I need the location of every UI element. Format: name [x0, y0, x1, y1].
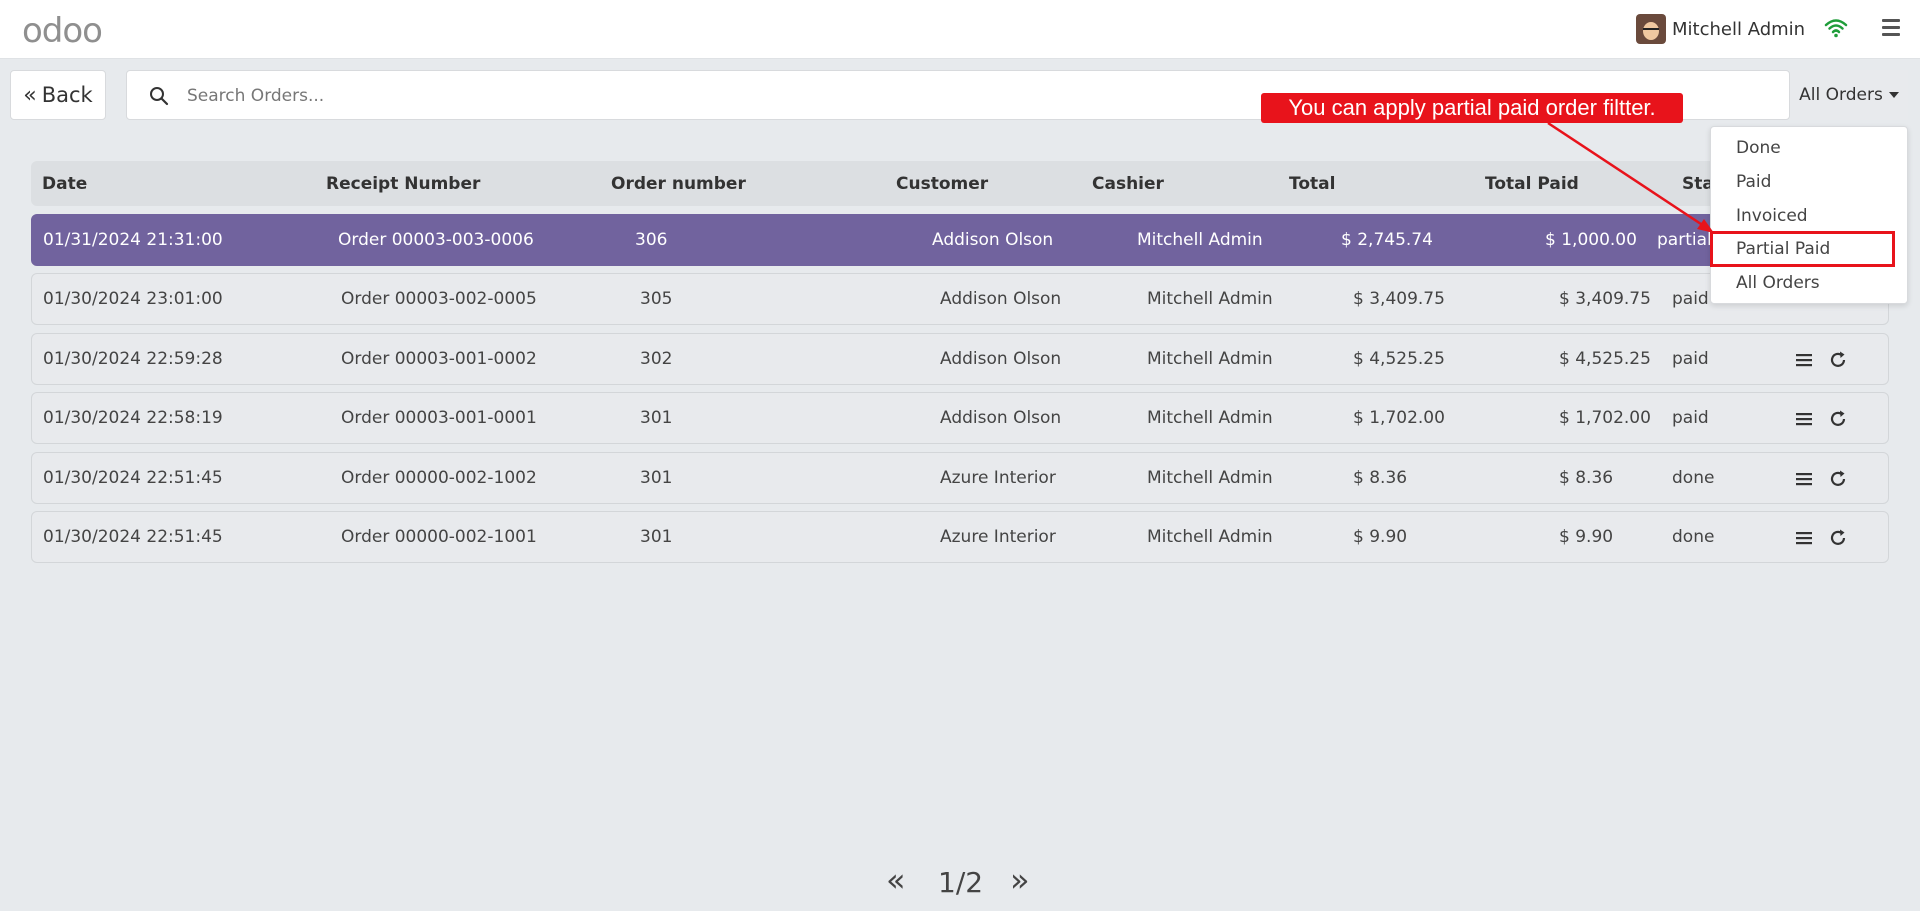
cell-cashier: Mitchell Admin [1147, 408, 1273, 428]
refresh-icon[interactable] [1828, 350, 1848, 370]
cell-status: done [1672, 527, 1715, 547]
table-row[interactable]: 01/30/2024 22:51:45 Order 00000-002-1002… [31, 452, 1889, 504]
filter-option-paid[interactable]: Paid [1736, 172, 1771, 192]
cell-status: paid [1672, 349, 1709, 369]
cell-cashier: Mitchell Admin [1147, 349, 1273, 369]
filter-option-done[interactable]: Done [1736, 138, 1781, 158]
hamburger-icon[interactable] [1882, 19, 1900, 37]
cell-customer: Addison Olson [940, 289, 1062, 309]
header-total-paid: Total Paid [1485, 174, 1579, 194]
cell-order: 305 [640, 289, 673, 309]
cell-customer: Addison Olson [940, 408, 1062, 428]
cell-order: 306 [635, 230, 668, 250]
cell-total: $ 1,702.00 [1353, 408, 1445, 428]
table-row[interactable]: 01/31/2024 21:31:00 Order 00003-003-0006… [31, 214, 1889, 266]
cell-total-paid: $ 1,702.00 [1559, 408, 1651, 428]
pager-text: 1/2 [938, 866, 984, 899]
cell-date: 01/30/2024 22:51:45 [43, 468, 223, 488]
cell-receipt: Order 00000-002-1002 [341, 468, 537, 488]
odoo-logo[interactable]: odoo [22, 11, 103, 51]
list-icon[interactable] [1794, 350, 1814, 370]
cell-total-paid: $ 3,409.75 [1559, 289, 1651, 309]
cell-cashier: Mitchell Admin [1147, 468, 1273, 488]
header-total: Total [1289, 174, 1336, 194]
back-button[interactable]: « Back [10, 70, 106, 120]
pager-next-button[interactable]: » [1010, 864, 1030, 896]
table-row[interactable]: 01/30/2024 22:58:19 Order 00003-001-0001… [31, 392, 1889, 444]
refresh-icon[interactable] [1828, 469, 1848, 489]
header-date: Date [42, 174, 88, 194]
table-row[interactable]: 01/30/2024 23:01:00 Order 00003-002-0005… [31, 273, 1889, 325]
cell-total-paid: $ 9.90 [1559, 527, 1614, 547]
double-chevron-left-icon: « [23, 82, 37, 108]
cell-cashier: Mitchell Admin [1137, 230, 1263, 250]
cell-order: 302 [640, 349, 673, 369]
wifi-icon[interactable] [1824, 17, 1848, 39]
cell-order: 301 [640, 468, 673, 488]
header-customer: Customer [896, 174, 989, 194]
cell-receipt: Order 00003-001-0002 [341, 349, 537, 369]
refresh-icon[interactable] [1828, 409, 1848, 429]
cell-receipt: Order 00000-002-1001 [341, 527, 537, 547]
filter-dropdown-button[interactable]: All Orders [1790, 70, 1908, 120]
cell-status: paid [1672, 408, 1709, 428]
cell-order: 301 [640, 527, 673, 547]
cell-receipt: Order 00003-001-0001 [341, 408, 537, 428]
cell-customer: Addison Olson [940, 349, 1062, 369]
user-menu[interactable]: Mitchell Admin [1636, 14, 1805, 44]
list-icon[interactable] [1794, 469, 1814, 489]
filter-label: All Orders [1799, 85, 1883, 105]
user-name: Mitchell Admin [1672, 18, 1806, 40]
cell-customer: Addison Olson [932, 230, 1054, 250]
cell-total-paid: $ 1,000.00 [1545, 230, 1637, 250]
cell-date: 01/30/2024 22:51:45 [43, 527, 223, 547]
search-input[interactable] [187, 83, 1187, 109]
table-row[interactable]: 01/30/2024 22:59:28 Order 00003-001-0002… [31, 333, 1889, 385]
table-row[interactable]: 01/30/2024 22:51:45 Order 00000-002-1001… [31, 511, 1889, 563]
table-header: Date Receipt Number Order number Custome… [31, 161, 1889, 206]
cell-date: 01/30/2024 22:59:28 [43, 349, 223, 369]
back-label: Back [41, 83, 93, 107]
cell-total-paid: $ 4,525.25 [1559, 349, 1651, 369]
cell-total-paid: $ 8.36 [1559, 468, 1614, 488]
cell-total: $ 2,745.74 [1341, 230, 1433, 250]
cell-total: $ 9.90 [1353, 527, 1408, 547]
pager-prev-button[interactable]: « [886, 864, 906, 896]
avatar [1636, 14, 1666, 44]
top-bar: odoo Mitchell Admin [0, 0, 1920, 59]
cell-customer: Azure Interior [940, 527, 1056, 547]
cell-total: $ 4,525.25 [1353, 349, 1445, 369]
cell-receipt: Order 00003-002-0005 [341, 289, 537, 309]
cell-customer: Azure Interior [940, 468, 1056, 488]
cell-total: $ 8.36 [1353, 468, 1408, 488]
filter-option-all-orders[interactable]: All Orders [1736, 273, 1820, 293]
annotation-highlight-box [1710, 231, 1895, 267]
cell-status: done [1672, 468, 1715, 488]
list-icon[interactable] [1794, 409, 1814, 429]
cell-order: 301 [640, 408, 673, 428]
cell-status: paid [1672, 289, 1709, 309]
cell-receipt: Order 00003-003-0006 [338, 230, 534, 250]
header-receipt-number: Receipt Number [326, 174, 481, 194]
cell-cashier: Mitchell Admin [1147, 527, 1273, 547]
filter-option-invoiced[interactable]: Invoiced [1736, 206, 1808, 226]
annotation-callout: You can apply partial paid order filtter… [1261, 93, 1683, 123]
filter-dropdown-menu: Done Paid Invoiced Partial Paid All Orde… [1710, 126, 1908, 304]
cell-cashier: Mitchell Admin [1147, 289, 1273, 309]
header-order-number: Order number [611, 174, 746, 194]
list-icon[interactable] [1794, 528, 1814, 548]
cell-date: 01/30/2024 22:58:19 [43, 408, 223, 428]
search-icon [150, 87, 169, 106]
refresh-icon[interactable] [1828, 528, 1848, 548]
cell-total: $ 3,409.75 [1353, 289, 1445, 309]
caret-down-icon [1888, 92, 1899, 98]
cell-date: 01/31/2024 21:31:00 [43, 230, 223, 250]
cell-date: 01/30/2024 23:01:00 [43, 289, 223, 309]
header-cashier: Cashier [1092, 174, 1164, 194]
